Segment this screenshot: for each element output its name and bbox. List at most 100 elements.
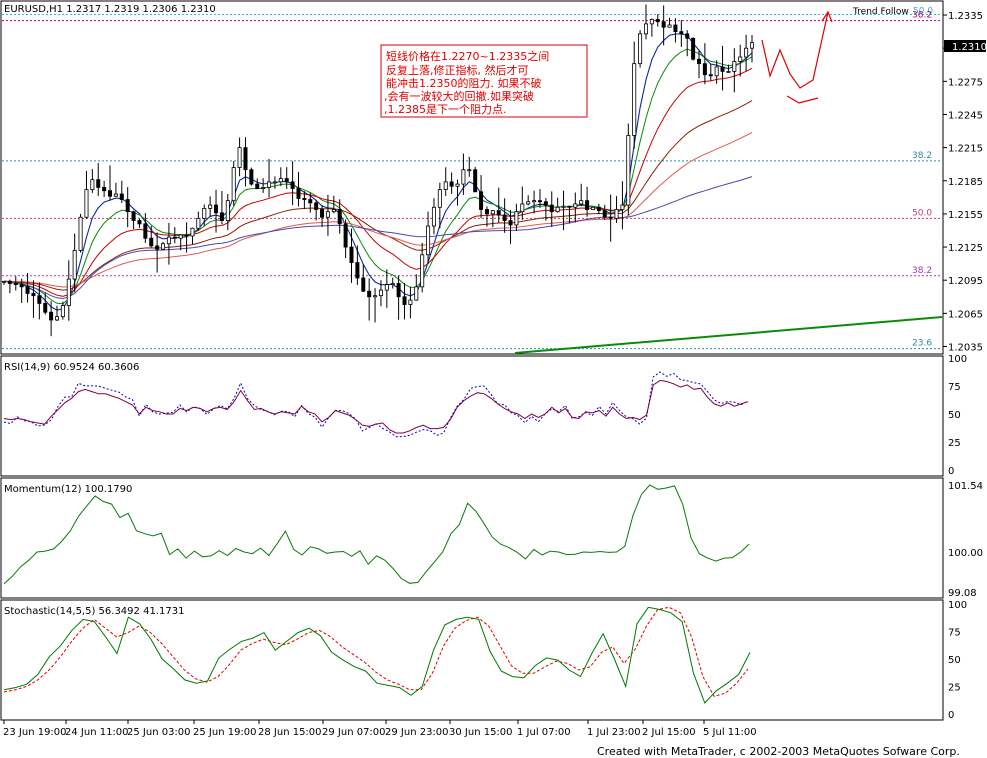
price-candle [643, 23, 648, 35]
price-candle [296, 188, 301, 199]
price-candle [308, 199, 313, 204]
time-axis-label: 2 Jul 15:00 [642, 727, 696, 738]
price-panel-title: EURUSD,H1 1.2317 1.2319 1.2306 1.2310 [4, 4, 216, 15]
momentum-axis-label: 99.08 [948, 588, 977, 599]
price-axis-label: 1.2065 [948, 309, 983, 320]
price-candle [420, 254, 425, 288]
time-axis-label: 23 Jun 19:00 [3, 727, 67, 738]
price-candle [102, 186, 107, 192]
fibo-level-label: 23.6 [912, 339, 932, 349]
price-candle [125, 199, 130, 213]
price-candle [19, 284, 24, 288]
price-axis-label: 1.2275 [948, 77, 983, 88]
footer-credit: Created with MetaTrader, c 2002-2003 Met… [597, 745, 960, 758]
price-axis-label: 1.2335 [948, 11, 983, 22]
price-candle [502, 214, 507, 221]
price-candle [402, 296, 407, 305]
price-candle [508, 220, 513, 226]
momentum-axis-label: 101.54 [948, 481, 983, 492]
price-axis-label: 1.2095 [948, 276, 983, 287]
price-candle [337, 209, 342, 225]
price-candle [702, 63, 707, 76]
price-candle [614, 209, 619, 219]
price-candle [543, 201, 548, 206]
price-candle [249, 169, 254, 185]
price-candle [231, 167, 236, 202]
fibo-level-label: 38.2 [912, 151, 932, 161]
price-candle [66, 278, 71, 307]
price-candle [608, 216, 613, 219]
time-axis-label: 5 Jul 11:00 [703, 727, 757, 738]
price-candle [384, 284, 389, 291]
last-price-label: 1.2310 [952, 42, 987, 53]
price-candle [119, 193, 124, 200]
time-axis-label: 30 Jun 15:00 [449, 727, 513, 738]
price-candle [673, 24, 678, 33]
price-candle [691, 37, 696, 60]
price-candle [484, 209, 489, 215]
price-candle [243, 147, 248, 171]
price-candle [649, 19, 654, 25]
price-candle [202, 207, 207, 219]
price-candle [96, 179, 101, 188]
price-candle [431, 206, 436, 227]
price-candle [78, 216, 83, 251]
time-axis-label: 29 Jun 07:00 [322, 727, 386, 738]
last-price-marker: 1.2310 [944, 40, 987, 53]
price-candle [137, 220, 142, 225]
price-axis-label: 1.2035 [948, 342, 983, 353]
time-axis-label: 28 Jun 15:00 [258, 727, 322, 738]
price-candle [13, 283, 18, 286]
rsi-axis-label: 75 [948, 382, 961, 393]
stochastic-axis-label: 50 [948, 655, 961, 666]
time-axis-label: 29 Jun 23:00 [385, 727, 449, 738]
time-axis-label: 1 Jul 23:00 [587, 727, 641, 738]
price-candle [408, 299, 413, 305]
price-candle [514, 211, 519, 226]
annotation-line-4: ,会有一波较大的回撤.如果突破 [384, 89, 534, 103]
fibo-level-label: 38.2 [912, 11, 932, 21]
price-candle [108, 190, 113, 197]
price-candle [714, 66, 719, 77]
price-candle [426, 225, 431, 256]
annotation-line-1: 短线价格在1.2270~1.2335之间 [386, 49, 549, 63]
price-candle [496, 210, 501, 216]
price-candle [25, 286, 30, 294]
price-axis-label: 1.2155 [948, 210, 983, 221]
price-candle [325, 211, 330, 218]
price-candle [60, 305, 65, 318]
price-candle [679, 31, 684, 35]
price-candle [738, 56, 743, 62]
price-candle [355, 262, 360, 279]
price-candle [214, 204, 219, 214]
price-candle [461, 169, 466, 185]
price-candle [443, 181, 448, 191]
rsi-panel-title: RSI(14,9) 60.9524 60.3606 [4, 362, 139, 373]
price-candle [331, 209, 336, 213]
price-candle [72, 249, 77, 280]
price-candle [7, 280, 12, 284]
price-candle [479, 191, 484, 210]
price-candle [655, 19, 660, 23]
price-candle [267, 181, 272, 188]
price-candle [302, 198, 307, 200]
price-candle [561, 205, 566, 208]
price-candle [37, 295, 42, 304]
momentum-axis-label: 100.00 [948, 548, 983, 559]
price-axis-label: 1.2185 [948, 177, 983, 188]
price-candle [55, 316, 60, 321]
price-candle [467, 169, 472, 172]
price-candle [532, 200, 537, 203]
price-candle [255, 183, 260, 189]
price-candle [661, 21, 666, 28]
price-candle [750, 42, 755, 49]
price-candle [378, 289, 383, 297]
stochastic-axis-label: 0 [948, 710, 954, 721]
price-candle [732, 61, 737, 72]
stochastic-axis-label: 100 [948, 600, 967, 611]
price-candle [549, 204, 554, 213]
price-candle [361, 277, 366, 292]
price-candle [172, 236, 177, 239]
price-candle [696, 58, 701, 65]
price-candle [225, 200, 230, 221]
